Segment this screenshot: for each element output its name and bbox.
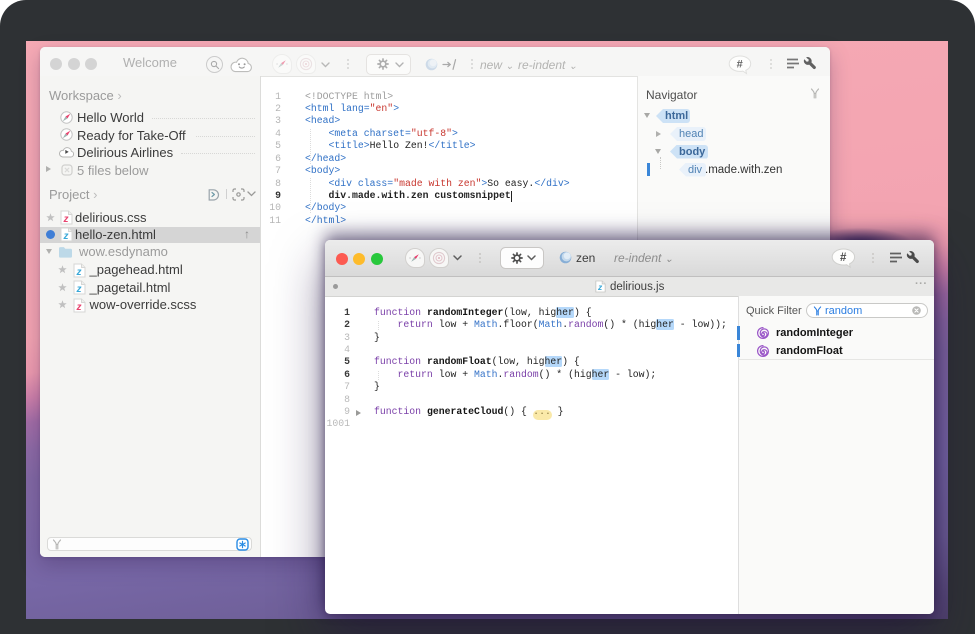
svg-text:z: z <box>62 213 68 224</box>
svg-text:z: z <box>76 284 82 295</box>
svg-text:#: # <box>840 252 847 264</box>
svg-text:#: # <box>737 58 743 70</box>
svg-text:z: z <box>597 282 603 292</box>
svg-text:z: z <box>76 266 82 277</box>
svg-text:z: z <box>76 301 82 312</box>
svg-text:z: z <box>62 231 68 242</box>
